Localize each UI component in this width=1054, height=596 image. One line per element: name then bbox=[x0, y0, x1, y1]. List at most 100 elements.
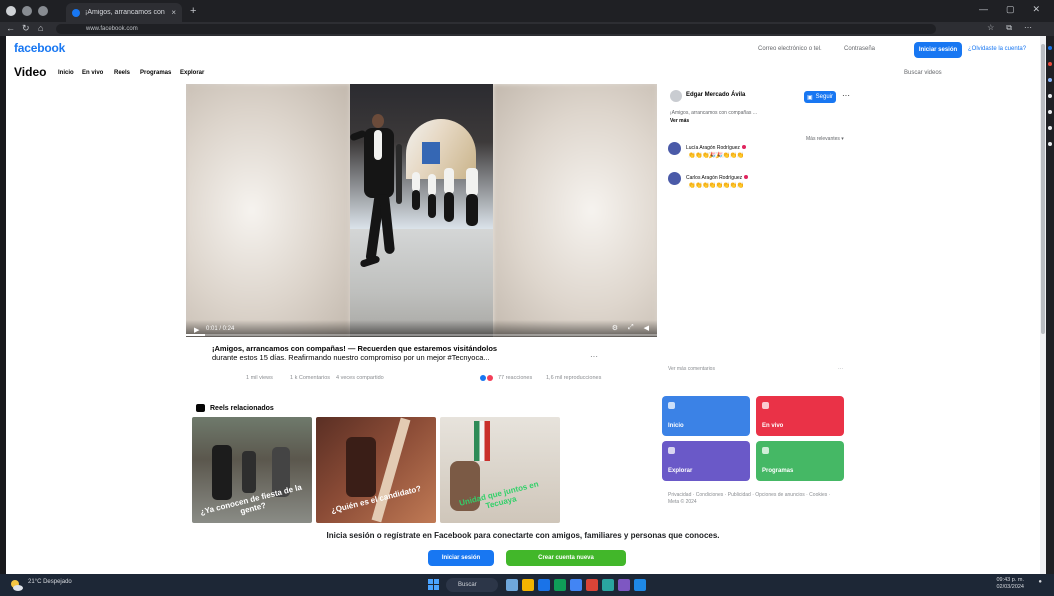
app-icon[interactable] bbox=[586, 579, 598, 591]
app-icon[interactable] bbox=[618, 579, 630, 591]
notification-icon[interactable]: ● bbox=[1038, 579, 1042, 585]
browser-menu-icon[interactable]: ⋯ bbox=[1024, 23, 1032, 33]
tab-actions-icon[interactable] bbox=[38, 6, 48, 16]
back-history-icon[interactable] bbox=[22, 6, 32, 16]
rail-search-icon[interactable] bbox=[1048, 46, 1052, 50]
rail-office-icon[interactable] bbox=[1048, 110, 1052, 114]
rail-games-icon[interactable] bbox=[1048, 94, 1052, 98]
forgot-account-link[interactable]: ¿Olvidaste la cuenta? bbox=[968, 46, 1026, 52]
facebook-logo[interactable]: facebook bbox=[14, 41, 65, 55]
favorites-icon[interactable]: ☆ bbox=[987, 23, 994, 33]
nav-item-programas[interactable]: Programas bbox=[140, 70, 171, 76]
commenter-name[interactable]: Carlos Aragón Rodríguez bbox=[686, 175, 742, 181]
extensions-icon[interactable]: ⧉ bbox=[1006, 23, 1012, 33]
stats-row: 1 mil views 1 k Comentarios 4 veces comp… bbox=[246, 375, 646, 385]
reactions-count[interactable]: 77 reacciones bbox=[498, 375, 532, 381]
video-progress-fill bbox=[186, 334, 205, 336]
explore-icon bbox=[668, 447, 675, 454]
play-icon[interactable]: ▶ bbox=[194, 326, 199, 334]
shares-count[interactable]: 4 veces compartido bbox=[336, 375, 384, 381]
reels-title-text: Reels relacionados bbox=[210, 404, 274, 412]
tile-explorar[interactable]: Explorar bbox=[662, 441, 750, 481]
edge-browser-icon[interactable] bbox=[570, 579, 582, 591]
video-nav-bar: Video Inicio En vivo Reels Programas Exp… bbox=[6, 62, 1040, 82]
video-time: 0:01 / 0:24 bbox=[206, 326, 235, 332]
taskbar-search[interactable]: Buscar bbox=[446, 578, 498, 592]
reaction-icons[interactable] bbox=[480, 375, 493, 381]
video-player[interactable]: ▶ 0:01 / 0:24 ⚙ ⤢ ◀ bbox=[186, 84, 657, 337]
reel-card[interactable]: ¿Quién es el candidato? bbox=[316, 417, 436, 523]
commenter-avatar[interactable] bbox=[668, 142, 681, 155]
author-name[interactable]: Edgar Mercado Ávila bbox=[686, 92, 745, 98]
more-options-icon[interactable]: ··· bbox=[838, 366, 843, 372]
start-button[interactable] bbox=[428, 579, 440, 591]
header-login-button[interactable]: Iniciar sesión bbox=[914, 42, 962, 58]
rail-outlook-icon[interactable] bbox=[1048, 126, 1052, 130]
reels-section-title: Reels relacionados bbox=[196, 404, 274, 412]
nav-item-en-vivo[interactable]: En vivo bbox=[82, 70, 103, 76]
tile-label: En vivo bbox=[762, 423, 784, 429]
commenter-name[interactable]: Lucía Aragón Rodríguez bbox=[686, 145, 740, 151]
store-icon[interactable] bbox=[554, 579, 566, 591]
tile-en-vivo[interactable]: En vivo bbox=[756, 396, 844, 436]
commenter-avatar[interactable] bbox=[668, 172, 681, 185]
scrollbar-thumb[interactable] bbox=[1041, 44, 1045, 334]
settings-icon[interactable]: ⚙ bbox=[612, 324, 618, 332]
author-more-icon[interactable]: ··· bbox=[842, 91, 850, 100]
browser-sidebar-rail bbox=[1046, 36, 1054, 574]
rail-tools-icon[interactable] bbox=[1048, 78, 1052, 82]
caption-more-icon[interactable]: ··· bbox=[590, 352, 598, 361]
see-more-link[interactable]: Ver más bbox=[670, 118, 689, 124]
rail-add-icon[interactable] bbox=[1048, 142, 1052, 146]
weather-text: 21°C Despejado bbox=[28, 579, 72, 585]
app-icon[interactable] bbox=[634, 579, 646, 591]
reel-card[interactable]: ¿Ya conocen de fiesta de la gente? bbox=[192, 417, 312, 523]
legal-footer: Privacidad · Condiciones · Publicidad · … bbox=[668, 492, 831, 505]
follow-button[interactable]: ▣ Seguir bbox=[804, 91, 836, 103]
tile-programas[interactable]: Programas bbox=[756, 441, 844, 481]
maximize-button[interactable]: ▢ bbox=[1006, 4, 1015, 15]
prompt-login-button[interactable]: Iniciar sesión bbox=[428, 550, 494, 566]
taskbar-clock[interactable]: 09:43 p. m. 02/03/2024 bbox=[996, 577, 1024, 591]
profile-icon[interactable] bbox=[6, 6, 16, 16]
author-avatar[interactable] bbox=[670, 90, 682, 102]
minimize-button[interactable]: — bbox=[979, 4, 988, 15]
address-bar[interactable]: www.facebook.com bbox=[56, 24, 936, 34]
browser-tab[interactable]: ¡Amigos, arrancamos con ... × bbox=[66, 3, 182, 22]
password-field[interactable]: Contraseña bbox=[844, 46, 875, 52]
volume-icon[interactable]: ◀ bbox=[644, 324, 649, 332]
reel-card[interactable]: Unidad que juntos en Tecuaya bbox=[440, 417, 560, 523]
nav-item-inicio[interactable]: Inicio bbox=[58, 70, 74, 76]
nav-item-reels[interactable]: Reels bbox=[114, 70, 130, 76]
tile-inicio[interactable]: Inicio bbox=[662, 396, 750, 436]
video-progress-bar[interactable] bbox=[186, 334, 657, 336]
mail-icon[interactable] bbox=[538, 579, 550, 591]
app-icon[interactable] bbox=[602, 579, 614, 591]
rail-shopping-icon[interactable] bbox=[1048, 62, 1052, 66]
back-arrow-icon[interactable]: ← bbox=[6, 23, 15, 33]
address-bar-row: ← ↻ ⌂ www.facebook.com ☆ ⧉ ⋯ bbox=[0, 22, 1054, 36]
windows-taskbar: 21°C Despejado Buscar 09:43 p. m. 02/03/… bbox=[0, 574, 1054, 596]
widgets-icon[interactable] bbox=[506, 579, 518, 591]
comments-count[interactable]: 1 k Comentarios bbox=[290, 375, 330, 381]
email-field[interactable]: Correo electrónico o tel. bbox=[758, 46, 822, 52]
video-search-input[interactable]: Buscar videos bbox=[904, 70, 942, 76]
video-controls: ▶ 0:01 / 0:24 ⚙ ⤢ ◀ bbox=[186, 320, 657, 337]
file-explorer-icon[interactable] bbox=[522, 579, 534, 591]
close-window-button[interactable]: ✕ bbox=[1032, 4, 1040, 15]
comment-sort-dropdown[interactable]: Más relevantes ▾ bbox=[806, 136, 844, 142]
fullscreen-icon[interactable]: ⤢ bbox=[628, 324, 634, 332]
follow-label: Seguir bbox=[815, 94, 833, 100]
reels-icon bbox=[196, 404, 205, 412]
new-tab-button[interactable]: + bbox=[190, 5, 196, 17]
blurred-backdrop-right bbox=[493, 84, 657, 337]
home-icon[interactable]: ⌂ bbox=[38, 23, 43, 33]
more-comments-link[interactable]: Ver más comentarios bbox=[668, 366, 715, 372]
comment-item: Lucía Aragón Rodríguez 👏👏👏🎉🎉👏👏👏 bbox=[668, 142, 808, 168]
tile-label: Programas bbox=[762, 468, 794, 474]
nav-item-explorar[interactable]: Explorar bbox=[180, 70, 204, 76]
close-tab-icon[interactable]: × bbox=[171, 8, 176, 17]
weather-icon[interactable] bbox=[8, 577, 24, 593]
refresh-icon[interactable]: ↻ bbox=[22, 23, 30, 34]
create-account-button[interactable]: Crear cuenta nueva bbox=[506, 550, 626, 566]
